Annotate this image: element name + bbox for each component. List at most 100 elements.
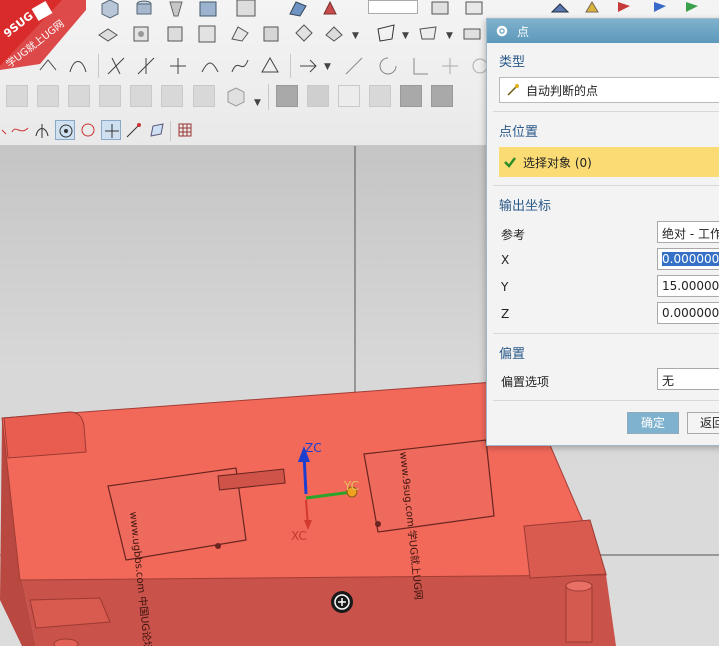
plate-hole	[215, 543, 221, 549]
intersection-point-icon[interactable]	[32, 120, 52, 140]
y-input[interactable]: 15.0000000	[657, 275, 719, 297]
ok-button[interactable]: 确定	[627, 412, 679, 434]
x-value: 0.0000000	[662, 252, 719, 266]
color-button[interactable]	[276, 85, 298, 107]
color-button[interactable]	[338, 85, 360, 107]
point-on-face-icon[interactable]	[147, 120, 167, 140]
center-point-icon[interactable]	[55, 120, 75, 140]
z-label: Z	[501, 307, 510, 321]
type-dropdown-value: 自动判断的点	[526, 83, 599, 98]
disabled-transform-button[interactable]	[193, 85, 215, 107]
layer-button[interactable]	[161, 85, 183, 107]
point-dialog: 点 类型 自动判断的点 点位置 选择对象 (0) 输出坐标 参考 绝对 - 工作…	[486, 18, 719, 446]
dropdown-arrow-icon[interactable]: ▼	[254, 98, 261, 108]
select-object-label: 选择对象 (0)	[523, 155, 592, 170]
layer-button[interactable]	[99, 85, 121, 107]
shell-icon[interactable]	[164, 21, 188, 45]
reference-value: 绝对 - 工作	[662, 227, 719, 241]
select-object-row[interactable]: 选择对象 (0)	[499, 147, 719, 177]
section-divider	[493, 400, 719, 401]
layer-button[interactable]	[68, 85, 90, 107]
toolbar-separator	[170, 121, 171, 141]
y-value: 15.0000000	[662, 279, 719, 293]
layer-button[interactable]	[37, 85, 59, 107]
tube-icon[interactable]	[460, 21, 484, 45]
move-icon[interactable]	[438, 54, 462, 78]
part-front-face	[20, 570, 616, 646]
color-button[interactable]	[431, 85, 453, 107]
x-label: X	[501, 253, 510, 267]
section-type-header: 类型	[499, 55, 526, 70]
project-curve-icon[interactable]	[258, 54, 282, 78]
color-button[interactable]	[307, 85, 329, 107]
bridge-curve-icon[interactable]	[228, 54, 252, 78]
draft-icon[interactable]	[196, 21, 220, 45]
dropdown-arrow-icon[interactable]: ▼	[446, 31, 453, 41]
offset-option-label: 偏置选项	[501, 375, 550, 389]
dialog-title: 点	[517, 24, 530, 39]
y-label: Y	[501, 280, 509, 294]
surface-icon[interactable]	[416, 21, 440, 45]
sketch-plane-icon[interactable]	[374, 21, 398, 45]
layer-button[interactable]	[130, 85, 152, 107]
dropdown-arrow-icon[interactable]: ▼	[324, 62, 331, 72]
z-value: 0.0000000	[662, 306, 719, 320]
block-grey-icon[interactable]	[224, 84, 248, 108]
dropdown-arrow-icon[interactable]: ▼	[402, 31, 409, 41]
edit-curve-icon[interactable]	[342, 54, 366, 78]
section-divider	[493, 333, 719, 334]
corner-pocket-top-left	[3, 411, 87, 459]
color-button[interactable]	[400, 85, 422, 107]
toolbar-separator	[98, 54, 99, 78]
cross-icon[interactable]	[166, 54, 190, 78]
dialog-body: 类型 自动判断的点 点位置 选择对象 (0) 输出坐标 参考 绝对 - 工作 X…	[487, 43, 719, 447]
pin-hole	[53, 638, 79, 646]
type-dropdown[interactable]: 自动判断的点	[499, 77, 719, 103]
guide-pin-top	[565, 580, 593, 592]
existing-point-icon[interactable]	[101, 120, 121, 140]
offset-option-value: 无	[662, 374, 675, 388]
section-offset-header: 偏置	[499, 347, 526, 362]
section-divider	[493, 111, 719, 112]
grid-icon[interactable]	[175, 120, 195, 140]
axis-label-zc: ZC	[305, 441, 322, 455]
reference-label: 参考	[501, 228, 526, 242]
offset-curve-icon[interactable]	[198, 54, 222, 78]
point-on-curve-icon[interactable]	[124, 120, 144, 140]
chamfer-edge-icon[interactable]	[96, 21, 120, 45]
arc-icon[interactable]	[134, 54, 158, 78]
curve-length-icon[interactable]	[376, 54, 400, 78]
gear-icon	[496, 25, 508, 37]
split-body-icon[interactable]	[292, 21, 316, 45]
back-button[interactable]: 返回	[687, 412, 719, 434]
hole-icon[interactable]	[130, 21, 154, 45]
trim-body-icon[interactable]	[260, 21, 284, 45]
sew-icon[interactable]	[322, 21, 346, 45]
dialog-title-bar[interactable]: 点	[487, 19, 719, 43]
checkmark-icon	[504, 157, 516, 168]
layer-button[interactable]	[6, 85, 28, 107]
guide-pin	[565, 585, 593, 643]
engraved-plate-right	[363, 439, 495, 533]
section-point-location-header: 点位置	[499, 125, 539, 140]
spline-point-icon[interactable]	[10, 120, 30, 140]
axis-label-xc: XC	[291, 529, 307, 543]
reference-dropdown[interactable]: 绝对 - 工作	[657, 221, 719, 243]
offset-face-icon[interactable]	[228, 21, 252, 45]
plate-hole	[375, 521, 381, 527]
expression-field[interactable]	[368, 0, 418, 14]
offset-option-dropdown[interactable]: 无	[657, 368, 719, 390]
x-input[interactable]: 0.0000000	[657, 248, 719, 270]
corner-pocket-bottom-right	[523, 519, 607, 579]
dropdown-arrow-icon[interactable]: ▼	[352, 31, 359, 41]
scale-curve-icon[interactable]	[296, 54, 320, 78]
quadrant-point-icon[interactable]	[78, 120, 98, 140]
rotate-cursor-icon	[331, 591, 353, 613]
toolbar-separator	[268, 84, 269, 110]
smooth-spline-icon[interactable]	[408, 54, 432, 78]
color-button[interactable]	[369, 85, 391, 107]
line-icon[interactable]	[104, 54, 128, 78]
inferred-point-icon	[507, 84, 519, 96]
axis-label-yc: YC	[343, 479, 359, 493]
z-input[interactable]: 0.0000000	[657, 302, 719, 324]
